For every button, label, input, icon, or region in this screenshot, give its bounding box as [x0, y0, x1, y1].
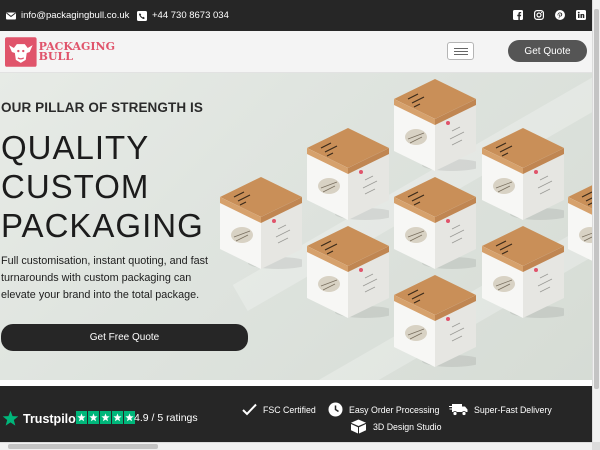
- site-header: PACKAGING BULL Get Quote: [0, 31, 592, 73]
- rating-stars: [76, 411, 135, 424]
- get-quote-button[interactable]: Get Quote: [508, 40, 587, 62]
- bull-logo-icon: [5, 37, 37, 67]
- feature-label: 3D Design Studio: [373, 421, 442, 432]
- product-box: [482, 128, 564, 222]
- social-links: [513, 10, 586, 21]
- logo-text: PACKAGING BULL: [38, 41, 115, 63]
- phone-icon: [137, 10, 147, 21]
- site-logo[interactable]: PACKAGING BULL: [5, 37, 115, 67]
- email-contact[interactable]: info@packagingbull.co.uk: [6, 10, 129, 21]
- product-box: [307, 226, 389, 320]
- feature-label: Super-Fast Delivery: [474, 404, 552, 415]
- feature-fsc: FSC Certified: [242, 403, 316, 416]
- star-icon: [112, 411, 123, 424]
- 3d-box-icon: [351, 419, 366, 434]
- vertical-scrollbar[interactable]: [592, 0, 600, 450]
- product-box: [568, 177, 592, 271]
- headline-line-1: QUALITY: [1, 129, 150, 166]
- trustpilot-badge[interactable]: Trustpilot: [2, 410, 80, 427]
- feature-3d-design: 3D Design Studio: [350, 419, 441, 434]
- top-contact-bar: info@packagingbull.co.uk +44 730 8673 03…: [0, 0, 592, 31]
- vertical-scroll-thumb[interactable]: [594, 9, 599, 389]
- headline-line-2: CUSTOM: [1, 168, 150, 205]
- envelope-icon: [6, 12, 16, 19]
- rating-text: 4.9 / 5 ratings: [134, 412, 198, 424]
- star-icon: [88, 411, 99, 424]
- trustpilot-star-icon: [2, 410, 19, 426]
- email-text: info@packagingbull.co.uk: [21, 10, 130, 21]
- product-box: [394, 177, 476, 271]
- clock-icon: [328, 402, 343, 417]
- feature-delivery: Super-Fast Delivery: [449, 402, 552, 417]
- phone-text: +44 730 8673 034: [152, 10, 229, 21]
- phone-contact[interactable]: +44 730 8673 034: [137, 10, 229, 21]
- feature-label: Easy Order Processing: [349, 404, 440, 415]
- facebook-icon[interactable]: [513, 10, 523, 20]
- product-box: [220, 177, 302, 271]
- headline-line-3: PACKAGING: [1, 207, 204, 244]
- trustpilot-wordmark: Trustpilot: [23, 411, 80, 426]
- horizontal-scroll-thumb[interactable]: [8, 444, 158, 449]
- horizontal-scrollbar[interactable]: [0, 442, 592, 450]
- hamburger-menu-icon[interactable]: [447, 42, 474, 60]
- linkedin-icon[interactable]: [576, 10, 586, 20]
- hero-subtext: Full customisation, instant quoting, and…: [1, 255, 209, 301]
- checkmark-icon: [242, 403, 257, 416]
- product-box: [394, 275, 476, 369]
- instagram-icon[interactable]: [534, 10, 545, 21]
- hero-headline: QUALITY CUSTOM PACKAGING: [1, 128, 204, 245]
- star-icon: [100, 411, 111, 424]
- product-box: [394, 79, 476, 173]
- pinterest-icon[interactable]: [555, 10, 565, 20]
- feature-order: Easy Order Processing: [328, 402, 439, 417]
- get-free-quote-button[interactable]: Get Free Quote: [1, 324, 248, 351]
- star-icon: [76, 411, 87, 424]
- feature-label: FSC Certified: [263, 404, 316, 415]
- hero-kicker: OUR PILLAR OF STRENGTH IS: [1, 100, 204, 115]
- delivery-truck-icon: [449, 404, 468, 416]
- features-strip: Trustpilot 4.9 / 5 ratings FSC Certified…: [0, 386, 592, 442]
- hero-section: OUR PILLAR OF STRENGTH IS QUALITY CUSTOM…: [0, 73, 592, 380]
- logo-line-2: BULL: [38, 50, 73, 63]
- product-box: [307, 128, 389, 222]
- scrollbar-corner: [592, 442, 600, 450]
- product-box: [482, 226, 564, 320]
